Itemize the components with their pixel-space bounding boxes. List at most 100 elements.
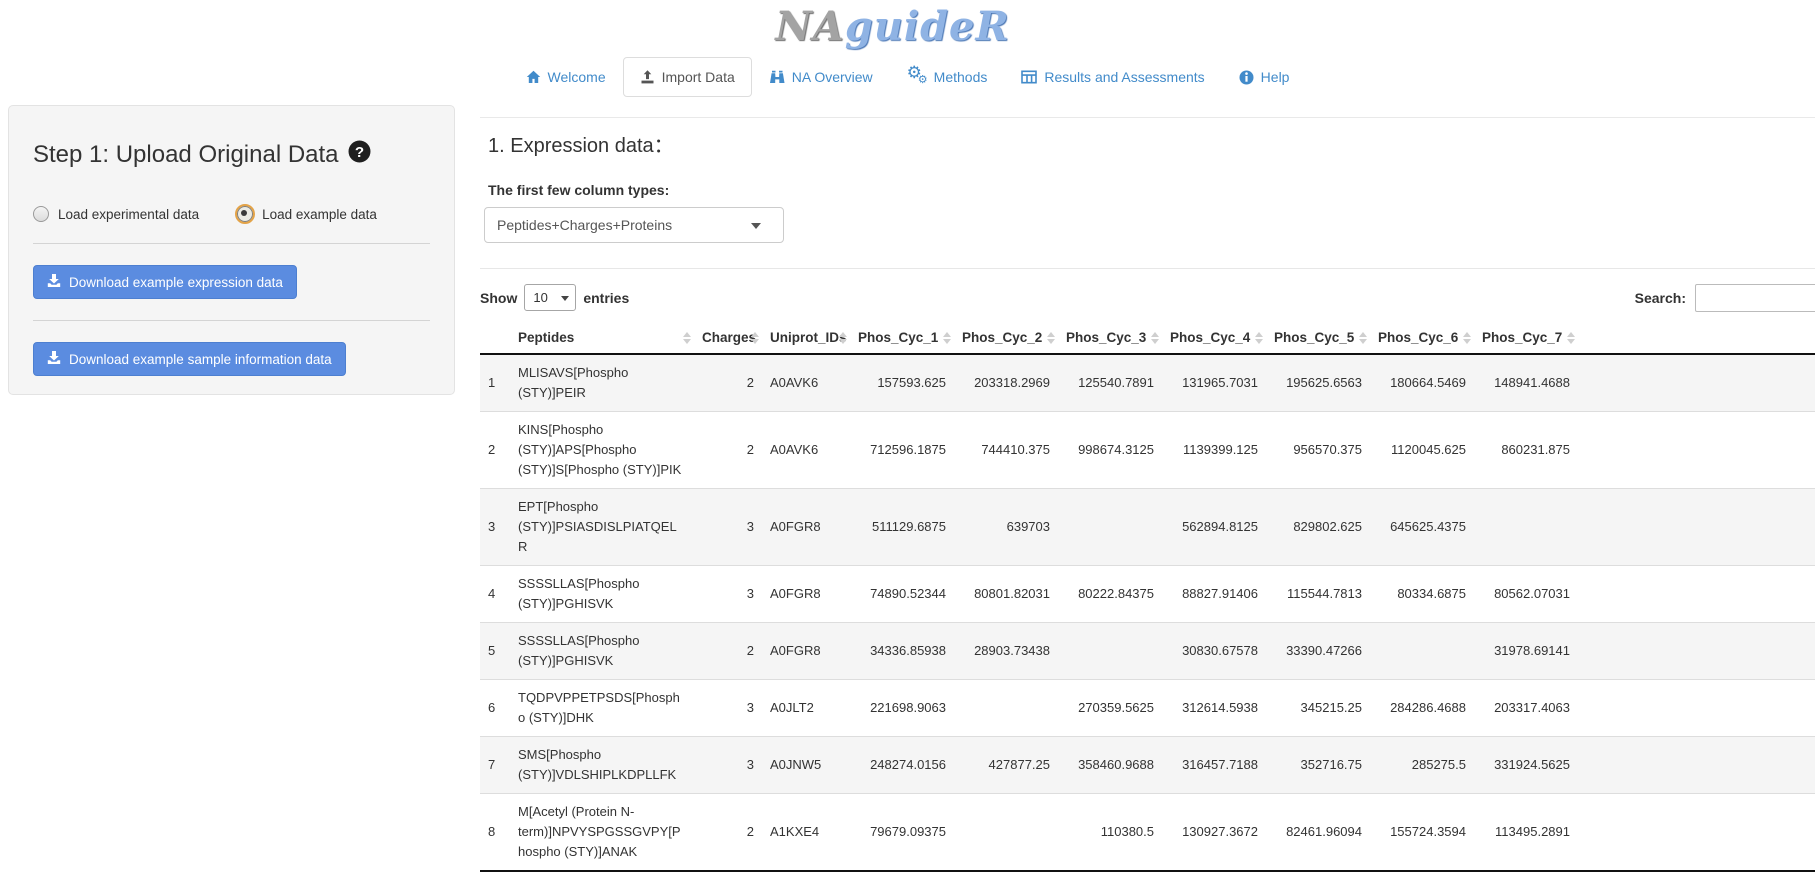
table-cell: 5: [480, 623, 510, 680]
app-logo-part1: NA: [775, 3, 845, 50]
sort-icon[interactable]: [1359, 332, 1367, 344]
table-row[interactable]: 1MLISAVS[Phospho (STY)]PEIR2A0AVK6157593…: [480, 354, 1815, 412]
table-cell: 712596.1875: [850, 412, 954, 489]
header-phos-cyc-3[interactable]: Phos_Cyc_3: [1058, 322, 1162, 354]
table-cell: 79679.09375: [850, 794, 954, 872]
nav-tab-results-and-assessments[interactable]: Results and Assessments: [1004, 57, 1221, 97]
sidebar-divider-1: [33, 243, 430, 244]
sort-icon[interactable]: [683, 332, 691, 344]
sort-icon[interactable]: [1567, 332, 1575, 344]
load-example-data-label[interactable]: Load example data: [262, 207, 377, 222]
table-cell: MLISAVS[Phospho (STY)]PEIR: [510, 354, 694, 412]
sort-icon[interactable]: [943, 332, 951, 344]
nav-tab-welcome[interactable]: Welcome: [509, 57, 623, 97]
sort-icon[interactable]: [751, 332, 759, 344]
table-cell: A0JLT2: [762, 680, 850, 737]
upload-panel: Step 1: Upload Original Data ? Load expe…: [8, 105, 455, 395]
table-row[interactable]: 8M[Acetyl (Protein N-term)]NPVYSPGSSGVPY…: [480, 794, 1815, 872]
table-cell: 131965.7031: [1162, 354, 1266, 412]
sort-icon[interactable]: [1255, 332, 1263, 344]
table-cell: 195625.6563: [1266, 354, 1370, 412]
table-cell: SSSSLLAS[Phospho (STY)]PGHISVK: [510, 566, 694, 623]
page-length-control: Show 10 entries: [480, 284, 1815, 311]
table-cell: 6: [480, 680, 510, 737]
header-peptides[interactable]: Peptides: [510, 322, 694, 354]
download-icon: [47, 274, 61, 290]
table-cell: M[Acetyl (Protein N-term)]NPVYSPGSSGVPY[…: [510, 794, 694, 872]
table-cell: 3: [694, 489, 762, 566]
table-row[interactable]: 3EPT[Phospho (STY)]PSIASDISLPIATQELR3A0F…: [480, 489, 1815, 566]
download-sample-info-button[interactable]: Download example sample information data: [33, 342, 346, 376]
table-cell: A0FGR8: [762, 623, 850, 680]
table-cell: 956570.375: [1266, 412, 1370, 489]
load-experimental-data-label[interactable]: Load experimental data: [58, 207, 199, 222]
table-cell: 80562.07031: [1474, 566, 1578, 623]
binoculars-icon: [769, 70, 785, 84]
sort-icon[interactable]: [839, 332, 847, 344]
sort-icon[interactable]: [1463, 332, 1471, 344]
table-cell: 284286.4688: [1370, 680, 1474, 737]
nav-tab-na-overview[interactable]: NA Overview: [752, 57, 890, 97]
header-charges[interactable]: Charges: [694, 322, 762, 354]
load-example-data-radio[interactable]: [237, 206, 253, 222]
entries-label: entries: [583, 290, 629, 306]
info-icon: [1239, 70, 1254, 85]
table-cell: 829802.625: [1266, 489, 1370, 566]
page: { "logo": {"part1": "NA", "part2": "guid…: [0, 0, 1815, 826]
load-experimental-data-radio[interactable]: [33, 206, 49, 222]
table-cell: 860231.875: [1474, 412, 1578, 489]
table-row[interactable]: 4SSSSLLAS[Phospho (STY)]PGHISVK3A0FGR874…: [480, 566, 1815, 623]
table-cell: 3: [480, 489, 510, 566]
table-cell: 110380.5: [1058, 794, 1162, 872]
header-phos-cyc-7[interactable]: Phos_Cyc_7: [1474, 322, 1578, 354]
download-expression-data-button[interactable]: Download example expression data: [33, 265, 297, 299]
nav-tab-label: Help: [1261, 69, 1290, 85]
table-cell: TQDPVPPETPSDS[Phospho (STY)]DHK: [510, 680, 694, 737]
table-cell: SSSSLLAS[Phospho (STY)]PGHISVK: [510, 623, 694, 680]
table-cell: SMS[Phospho (STY)]VDLSHIPLKDPLLFK: [510, 737, 694, 794]
table-cell: 427877.25: [954, 737, 1058, 794]
table-row[interactable]: 2KINS[Phospho (STY)]APS[Phospho (STY)]S[…: [480, 412, 1815, 489]
sort-icon[interactable]: [1151, 332, 1159, 344]
table-cell: KINS[Phospho (STY)]APS[Phospho (STY)]S[P…: [510, 412, 694, 489]
header-phos-cyc-1[interactable]: Phos_Cyc_1: [850, 322, 954, 354]
nav-tab-label: Results and Assessments: [1044, 69, 1204, 85]
search-input[interactable]: [1695, 284, 1815, 312]
header-uniprot-ids[interactable]: Uniprot_IDs: [762, 322, 850, 354]
column-types-select[interactable]: Peptides+Charges+Proteins: [484, 207, 784, 243]
sort-icon[interactable]: [1047, 332, 1055, 344]
upload-panel-title: Step 1: Upload Original Data ?: [33, 140, 430, 170]
table-row[interactable]: 5SSSSLLAS[Phospho (STY)]PGHISVK2A0FGR834…: [480, 623, 1815, 680]
table-cell: [1058, 489, 1162, 566]
upload-icon: [640, 70, 655, 84]
table-cell: 74890.52344: [850, 566, 954, 623]
nav-tab-methods[interactable]: ⚙⚙Methods: [890, 56, 1005, 97]
header-phos-cyc-5[interactable]: Phos_Cyc_5: [1266, 322, 1370, 354]
table-cell: 113495.2891: [1474, 794, 1578, 872]
nav-tab-help[interactable]: Help: [1222, 57, 1307, 97]
table-cell: [954, 680, 1058, 737]
question-circle-icon[interactable]: ?: [348, 140, 371, 170]
header-phos-cyc-2[interactable]: Phos_Cyc_2: [954, 322, 1058, 354]
header-phos-cyc-6[interactable]: Phos_Cyc_6: [1370, 322, 1474, 354]
nav-tab-label: Methods: [934, 69, 988, 85]
table-cell: [1474, 489, 1578, 566]
table-cell: 115544.7813: [1266, 566, 1370, 623]
table-cell: 130927.3672: [1162, 794, 1266, 872]
header-phos-cyc-4[interactable]: Phos_Cyc_4: [1162, 322, 1266, 354]
table-cell: 2: [694, 412, 762, 489]
table-row[interactable]: 7SMS[Phospho (STY)]VDLSHIPLKDPLLFK3A0JNW…: [480, 737, 1815, 794]
nav-tab-import-data[interactable]: Import Data: [623, 57, 752, 97]
table-cell: 3: [694, 680, 762, 737]
page-length-select[interactable]: 10: [524, 284, 576, 311]
table-cell: 744410.375: [954, 412, 1058, 489]
table-cell: 1120045.625: [1370, 412, 1474, 489]
search-label: Search:: [1635, 290, 1686, 306]
main-top-divider: [480, 117, 1815, 118]
table-cell: 511129.6875: [850, 489, 954, 566]
data-source-radio-group: Load experimental data Load example data: [33, 206, 430, 222]
table-cell: 345215.25: [1266, 680, 1370, 737]
table-row[interactable]: 6TQDPVPPETPSDS[Phospho (STY)]DHK3A0JLT2 2…: [480, 680, 1815, 737]
table-cell: 2: [694, 794, 762, 872]
app-logo: NAguideR: [0, 4, 1785, 50]
